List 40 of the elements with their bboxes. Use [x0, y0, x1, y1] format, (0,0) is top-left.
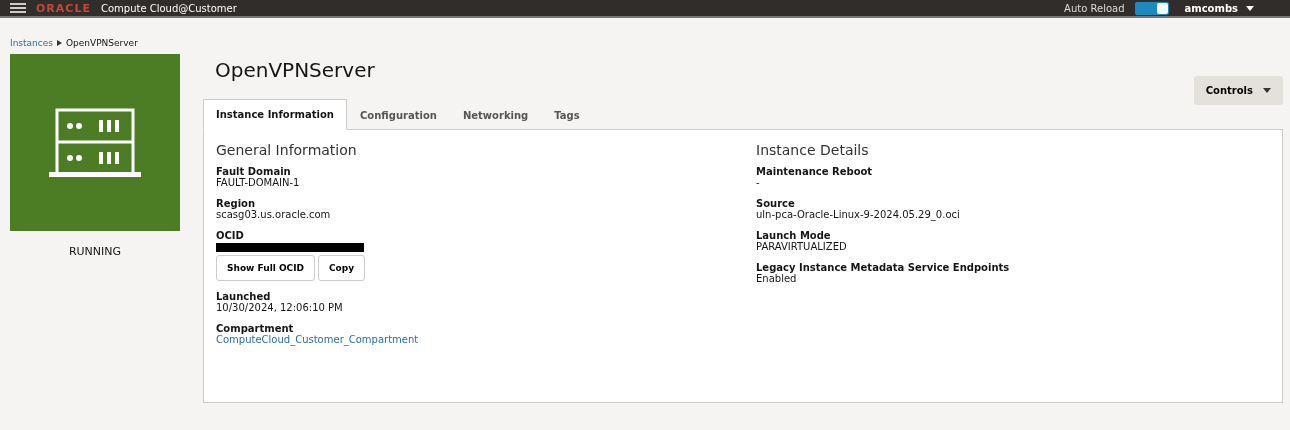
field-value: -: [756, 177, 760, 188]
field-label: Region: [216, 198, 256, 209]
field-label: Fault Domain: [216, 166, 291, 177]
brand-logo: ORACLE: [36, 1, 91, 15]
tab[interactable]: Tags: [541, 99, 593, 130]
tab[interactable]: Configuration: [347, 99, 450, 130]
show-ocid-button[interactable]: Show Full OCID: [216, 255, 315, 281]
product-name: Compute Cloud@Customer: [100, 2, 237, 14]
section-title: Instance Details: [756, 142, 870, 158]
field-label: Source: [756, 198, 795, 209]
tab[interactable]: Instance Information: [203, 99, 347, 130]
field-label: Maintenance Reboot: [756, 166, 873, 177]
field-value: PARAVIRTUALIZED: [756, 241, 847, 252]
field-value: FAULT-DOMAIN-1: [216, 177, 300, 188]
field-label: Compartment: [216, 323, 294, 334]
breadcrumb-item[interactable]: Instances: [10, 38, 53, 48]
breadcrumb-item[interactable]: OpenVPNServer: [66, 38, 138, 48]
field-label: Launched: [216, 291, 271, 302]
field-value: uln-pca-Oracle-Linux-9-2024.05.29_0.oci: [756, 209, 960, 220]
auto-reload-label: Auto Reload: [1064, 2, 1125, 14]
instance-status: RUNNING: [68, 245, 122, 258]
copy-button[interactable]: Copy: [318, 255, 366, 281]
menu-icon[interactable]: [10, 3, 26, 13]
auto-reload-toggle[interactable]: [1134, 1, 1169, 15]
caret-icon: [1263, 88, 1271, 93]
field-value: Enabled: [756, 273, 797, 284]
field-value: scasg03.us.oracle.com: [216, 209, 331, 220]
instance-title: OpenVPNServer: [215, 58, 375, 82]
field-label: Legacy Instance Metadata Service Endpoints: [756, 262, 1010, 273]
server-icon: [49, 107, 141, 178]
caret-icon: [1246, 5, 1254, 11]
controls-button[interactable]: Controls: [1193, 76, 1283, 105]
user-menu[interactable]: amcombs: [1178, 1, 1260, 15]
section-title: General Information: [216, 142, 358, 158]
field-value: 10/30/2024, 12:06:10 PM: [216, 302, 343, 313]
field-label: OCID: [216, 230, 244, 241]
field-label: Launch Mode: [756, 230, 831, 241]
compartment-link[interactable]: ComputeCloud_Customer_Compartment: [216, 334, 419, 345]
tab[interactable]: Networking: [449, 99, 542, 130]
chevron-icon: [57, 40, 62, 46]
